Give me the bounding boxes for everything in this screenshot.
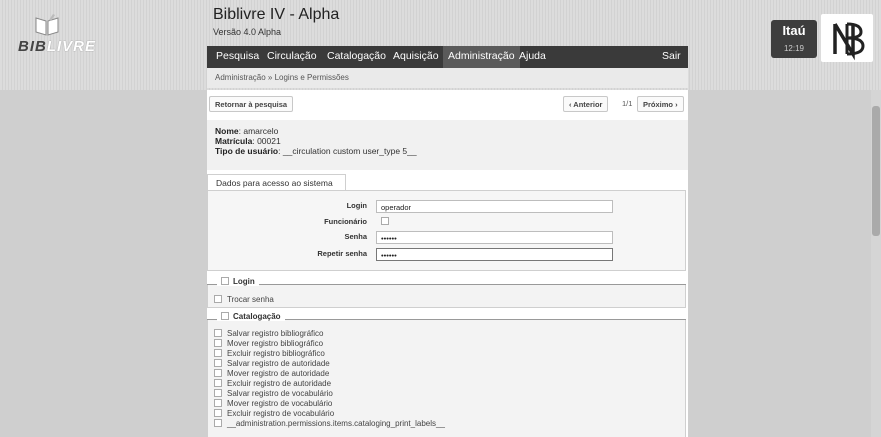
repeat-password-input[interactable]: •••••• [376,248,613,261]
permission-checkbox[interactable] [214,399,222,407]
permission-checkbox[interactable] [214,409,222,417]
menu-pesquisa[interactable]: Pesquisa [216,50,259,62]
user-id-line: Matrícula: 00021 [215,136,281,146]
permission-item: Trocar senha [214,295,274,304]
page-scrollbar[interactable] [871,90,881,437]
menu-circulacao[interactable]: Circulação [267,50,317,62]
user-name-line: Nome: amarcelo [215,126,279,136]
login-permissions-group: Login Trocar senha [207,277,686,309]
permission-item: __administration.permissions.items.catal… [214,419,445,428]
permission-checkbox[interactable] [214,339,222,347]
book-logo-icon [35,14,59,36]
app-title: Biblivre IV - Alpha [213,6,340,23]
login-input[interactable]: operador [376,200,613,213]
permission-checkbox[interactable] [214,369,222,377]
institution-badge: Itaú 12:19 [771,20,817,58]
repeat-password-label: Repetir senha [317,249,367,258]
permission-checkbox[interactable] [214,295,222,303]
user-type-line: Tipo de usuário: __circulation custom us… [215,146,417,156]
tab-system-access[interactable]: Dados para acesso ao sistema [207,174,346,191]
user-name: amarcelo [243,126,279,136]
permission-item: Excluir registro de autoridade [214,379,331,388]
cataloging-permissions-group: Catalogação Salvar registro bibliográfic… [207,312,686,437]
back-to-search-button[interactable]: Retornar à pesquisa [209,96,294,112]
permission-item: Mover registro de vocabulário [214,399,332,408]
permission-checkbox[interactable] [214,379,222,387]
permission-item: Excluir registro de vocabulário [214,409,334,418]
cataloging-group-legend: Catalogação [217,312,285,321]
menu-ajuda[interactable]: Ajuda [519,50,546,62]
permission-checkbox[interactable] [214,419,222,427]
permission-item: Salvar registro de autoridade [214,359,330,368]
employee-checkbox[interactable] [381,217,389,225]
login-group-checkbox[interactable] [221,277,229,285]
user-type: __circulation custom user_type 5__ [282,146,417,156]
page-indicator: 1/1 [622,99,633,108]
permission-checkbox[interactable] [214,389,222,397]
app-version: Versão 4.0 Alpha [213,27,282,37]
employee-label: Funcionário [324,217,367,226]
biblivre-logo[interactable]: BIBLIVRE [6,14,116,64]
library-emblem-icon [821,14,873,62]
record-toolbar: Retornar à pesquisa ‹ Anterior 1/1 Próxi… [207,90,688,118]
system-access-panel: Login operador Funcionário Senha •••••• … [207,190,686,271]
institution-name: Itaú [782,23,806,38]
menu-catalogacao[interactable]: Catalogação [327,50,386,62]
permission-item: Salvar registro bibliográfico [214,329,324,338]
logo-text: BIBLIVRE [18,38,97,55]
cataloging-group-checkbox[interactable] [221,312,229,320]
permission-item: Mover registro bibliográfico [214,339,323,348]
main-menu: Pesquisa Circulação Catalogação Aquisiçã… [207,46,688,68]
breadcrumb: Administração » Logins e Permissões [215,73,349,82]
scrollbar-thumb[interactable] [872,106,880,236]
logout-link[interactable]: Sair [662,50,681,62]
next-button[interactable]: Próximo › [637,96,684,112]
clock: 12:19 [783,44,805,53]
password-input[interactable]: •••••• [376,231,613,244]
login-group-legend: Login [217,277,259,286]
password-label: Senha [344,232,367,241]
menu-aquisicao[interactable]: Aquisição [393,50,439,62]
user-id: 00021 [257,136,281,146]
menu-administracao[interactable]: Administração [443,46,520,68]
permission-item: Mover registro de autoridade [214,369,329,378]
permission-item: Salvar registro de vocabulário [214,389,333,398]
main-content: Retornar à pesquisa ‹ Anterior 1/1 Próxi… [207,90,688,437]
previous-button[interactable]: ‹ Anterior [563,96,609,112]
breadcrumb-bar: Administração » Logins e Permissões [207,68,688,88]
user-summary: Nome: amarcelo Matrícula: 00021 Tipo de … [207,120,688,170]
permission-checkbox[interactable] [214,349,222,357]
permission-checkbox[interactable] [214,329,222,337]
login-label: Login [346,201,367,210]
permission-item: Excluir registro bibliográfico [214,349,325,358]
permission-checkbox[interactable] [214,359,222,367]
